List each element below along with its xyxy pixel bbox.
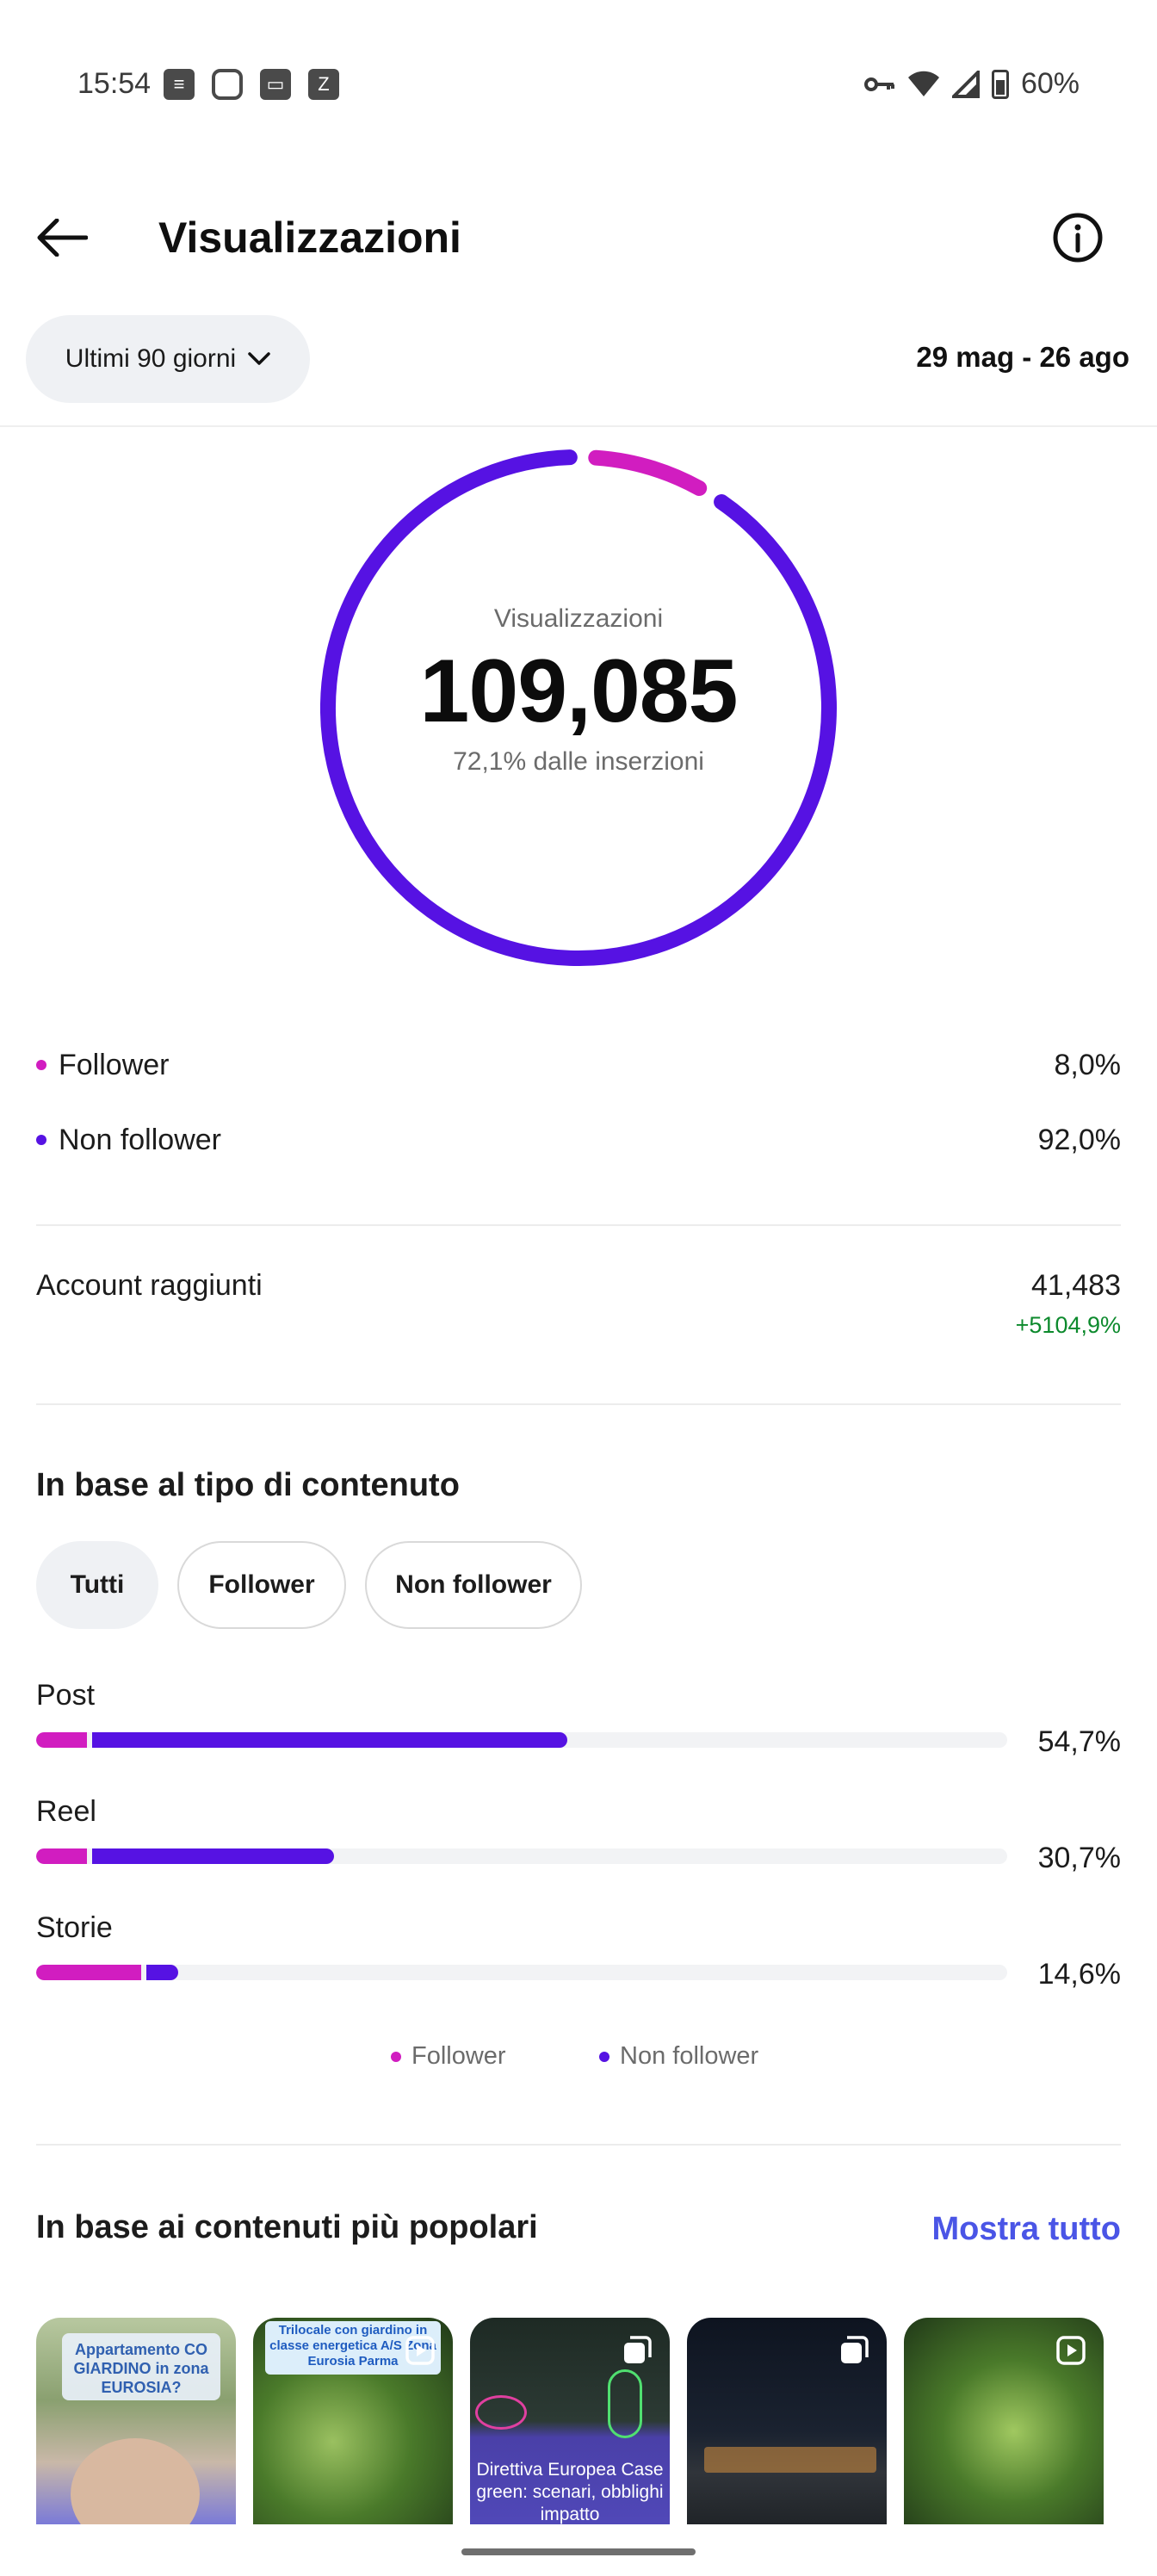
home-indicator[interactable] <box>461 2548 696 2555</box>
accounts-reached-change: +5104,9% <box>1015 1312 1121 1338</box>
accounts-reached-value: 41,483 <box>1031 1269 1121 1302</box>
bar-segment-non-follower <box>91 1732 567 1748</box>
info-icon <box>1053 213 1103 263</box>
bar-pct-post: 54,7% <box>1037 1725 1121 1758</box>
carousel-icon <box>624 2336 652 2363</box>
reel-icon <box>1056 2336 1086 2365</box>
zedge-icon: Z <box>308 69 339 100</box>
system-icons: 60% <box>863 67 1080 101</box>
date-range-text: 29 mag - 26 ago <box>916 341 1129 373</box>
neon-decoration <box>475 2395 527 2430</box>
divider <box>36 2144 1121 2146</box>
carousel-icon <box>841 2336 869 2363</box>
status-bar: 15:54 ≡ ▭ Z 60% <box>0 0 1157 172</box>
status-time: 15:54 <box>77 67 152 100</box>
thumb-caption: Appartamento CO GIARDINO in zona EUROSIA… <box>73 2341 209 2396</box>
total-views-value: 109,085 <box>419 641 739 741</box>
back-arrow-icon <box>37 219 88 257</box>
building-lights <box>704 2447 876 2473</box>
follower-dot-icon <box>36 1060 46 1070</box>
legend-label: Non follower <box>620 2042 759 2070</box>
donut-label: Visualizzazioni <box>493 604 664 633</box>
tab-non-follower[interactable]: Non follower <box>365 1541 582 1629</box>
tab-follower[interactable]: Follower <box>177 1541 346 1629</box>
bar-pct-reel: 30,7% <box>1037 1842 1121 1874</box>
notification-icons: ≡ ▭ Z <box>164 69 339 100</box>
bar-label-stories: Storie <box>36 1911 113 1944</box>
chevron-down-icon <box>248 352 270 365</box>
news-icon: ≡ <box>164 69 195 100</box>
bar-pct-stories: 14,6% <box>1037 1958 1121 1991</box>
bar-track-reel <box>36 1848 1007 1864</box>
wallet-icon: ▭ <box>260 69 291 100</box>
date-range-dropdown[interactable]: Ultimi 90 giorni <box>26 315 310 403</box>
signal-icon <box>951 70 980 98</box>
bar-segment-follower <box>36 1965 142 1980</box>
instagram-icon <box>212 69 243 100</box>
info-button[interactable] <box>1047 207 1109 269</box>
wifi-icon <box>907 71 939 96</box>
battery-level: 60% <box>1020 67 1080 100</box>
tab-all[interactable]: Tutti <box>36 1541 158 1629</box>
popular-post-thumbnail[interactable]: Direttiva Europea Case green: scenari, o… <box>470 2318 670 2524</box>
person-photo <box>71 2438 200 2524</box>
bar-segment-non-follower <box>146 1965 178 1980</box>
bar-segment-follower <box>36 1732 87 1748</box>
follower-dot-icon <box>391 2051 401 2062</box>
battery-icon <box>991 69 1009 99</box>
key-icon <box>863 77 894 91</box>
divider <box>36 1224 1121 1226</box>
bar-segment-follower <box>36 1848 88 1864</box>
non-follower-dot-icon <box>599 2051 609 2062</box>
audience-row-non-follower: Non follower 92,0% <box>36 1118 1121 1161</box>
date-range-dropdown-label: Ultimi 90 giorni <box>65 344 237 373</box>
audience-row-follower: Follower 8,0% <box>36 1043 1121 1087</box>
tab-label: Non follower <box>395 1570 552 1599</box>
legend-non-follower: Non follower <box>599 2042 758 2071</box>
bar-label-post: Post <box>36 1679 96 1712</box>
page-title: Visualizzazioni <box>158 214 461 262</box>
ads-share-text: 72,1% dalle inserzioni <box>453 747 704 776</box>
bar-segment-non-follower <box>92 1848 335 1864</box>
divider <box>0 425 1157 427</box>
back-button[interactable] <box>31 207 93 269</box>
content-type-title: In base al tipo di contenuto <box>36 1467 460 1503</box>
thumb-caption: Direttiva Europea Case green: scenari, o… <box>476 2460 664 2524</box>
audience-value: 8,0% <box>1054 1048 1122 1081</box>
donut-center: Visualizzazioni 109,085 72,1% dalle inse… <box>320 604 837 777</box>
tab-label: Follower <box>208 1570 315 1599</box>
popular-post-thumbnail[interactable] <box>904 2318 1104 2524</box>
show-all-link[interactable]: Mostra tutto <box>931 2211 1121 2248</box>
legend-follower: Follower <box>391 2042 506 2071</box>
donut-segment-follower <box>588 449 708 496</box>
audience-value: 92,0% <box>1037 1123 1121 1156</box>
popular-post-thumbnail[interactable]: Appartamento CO GIARDINO in zona EUROSIA… <box>36 2318 236 2524</box>
popular-post-thumbnail[interactable] <box>687 2318 887 2524</box>
bar-label-reel: Reel <box>36 1795 96 1828</box>
popular-post-thumbnail[interactable]: Trilocale con giardino in classe energet… <box>253 2318 453 2524</box>
accounts-reached-label: Account raggiunti <box>36 1269 263 1302</box>
bar-track-post <box>36 1732 1007 1748</box>
reel-icon <box>405 2336 435 2365</box>
tab-label: Tutti <box>70 1570 125 1599</box>
neon-decoration <box>608 2369 642 2438</box>
bar-track-stories <box>36 1965 1007 1980</box>
divider <box>36 1403 1121 1405</box>
app-header: Visualizzazioni <box>0 172 1157 293</box>
audience-label: Non follower <box>59 1123 221 1156</box>
non-follower-dot-icon <box>36 1135 46 1145</box>
popular-content-title: In base ai contenuti più popolari <box>36 2209 538 2245</box>
legend-label: Follower <box>411 2042 506 2070</box>
audience-label: Follower <box>59 1048 170 1081</box>
